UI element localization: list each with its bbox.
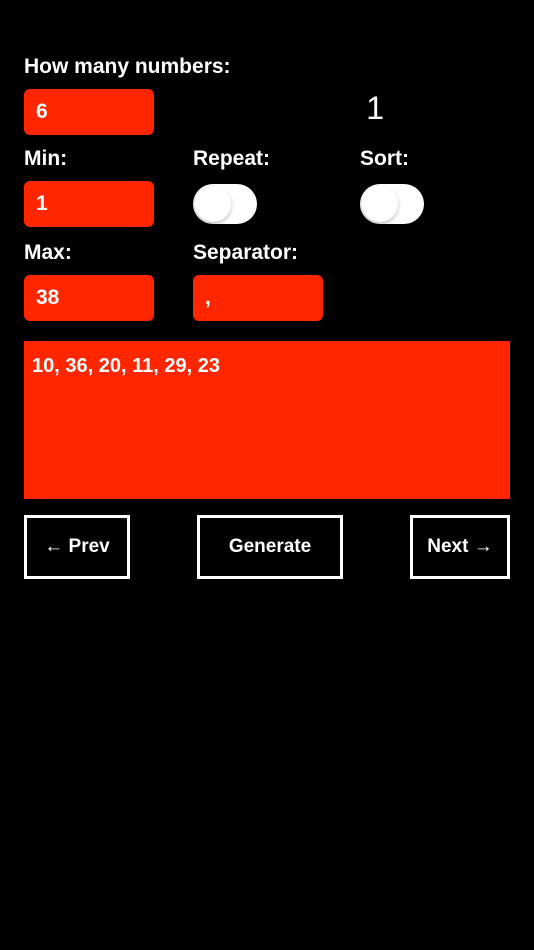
separator-value: , [205, 286, 211, 310]
separator-label: Separator: [193, 241, 343, 265]
min-label: Min: [24, 147, 176, 171]
generate-label: Generate [229, 536, 311, 558]
max-value: 38 [36, 286, 59, 310]
generate-button[interactable]: Generate [197, 515, 343, 579]
next-label: Next → [427, 536, 492, 558]
prev-button[interactable]: ← Prev [24, 515, 130, 579]
result-text: 10, 36, 20, 11, 29, 23 [32, 355, 220, 377]
sort-label: Sort: [360, 147, 510, 171]
min-input[interactable]: 1 [24, 181, 154, 227]
toggle-knob-icon [362, 186, 398, 222]
page-number: 1 [366, 90, 384, 127]
prev-label: ← Prev [44, 536, 109, 558]
repeat-toggle[interactable] [193, 184, 257, 224]
min-value: 1 [36, 192, 48, 216]
sort-toggle[interactable] [360, 184, 424, 224]
how-many-value: 6 [36, 100, 48, 124]
separator-input[interactable]: , [193, 275, 323, 321]
how-many-input[interactable]: 6 [24, 89, 154, 135]
toggle-knob-icon [195, 186, 231, 222]
max-input[interactable]: 38 [24, 275, 154, 321]
max-label: Max: [24, 241, 176, 265]
next-button[interactable]: Next → [410, 515, 510, 579]
repeat-label: Repeat: [193, 147, 343, 171]
result-output: 10, 36, 20, 11, 29, 23 [24, 341, 510, 499]
how-many-label: How many numbers: [24, 55, 510, 79]
